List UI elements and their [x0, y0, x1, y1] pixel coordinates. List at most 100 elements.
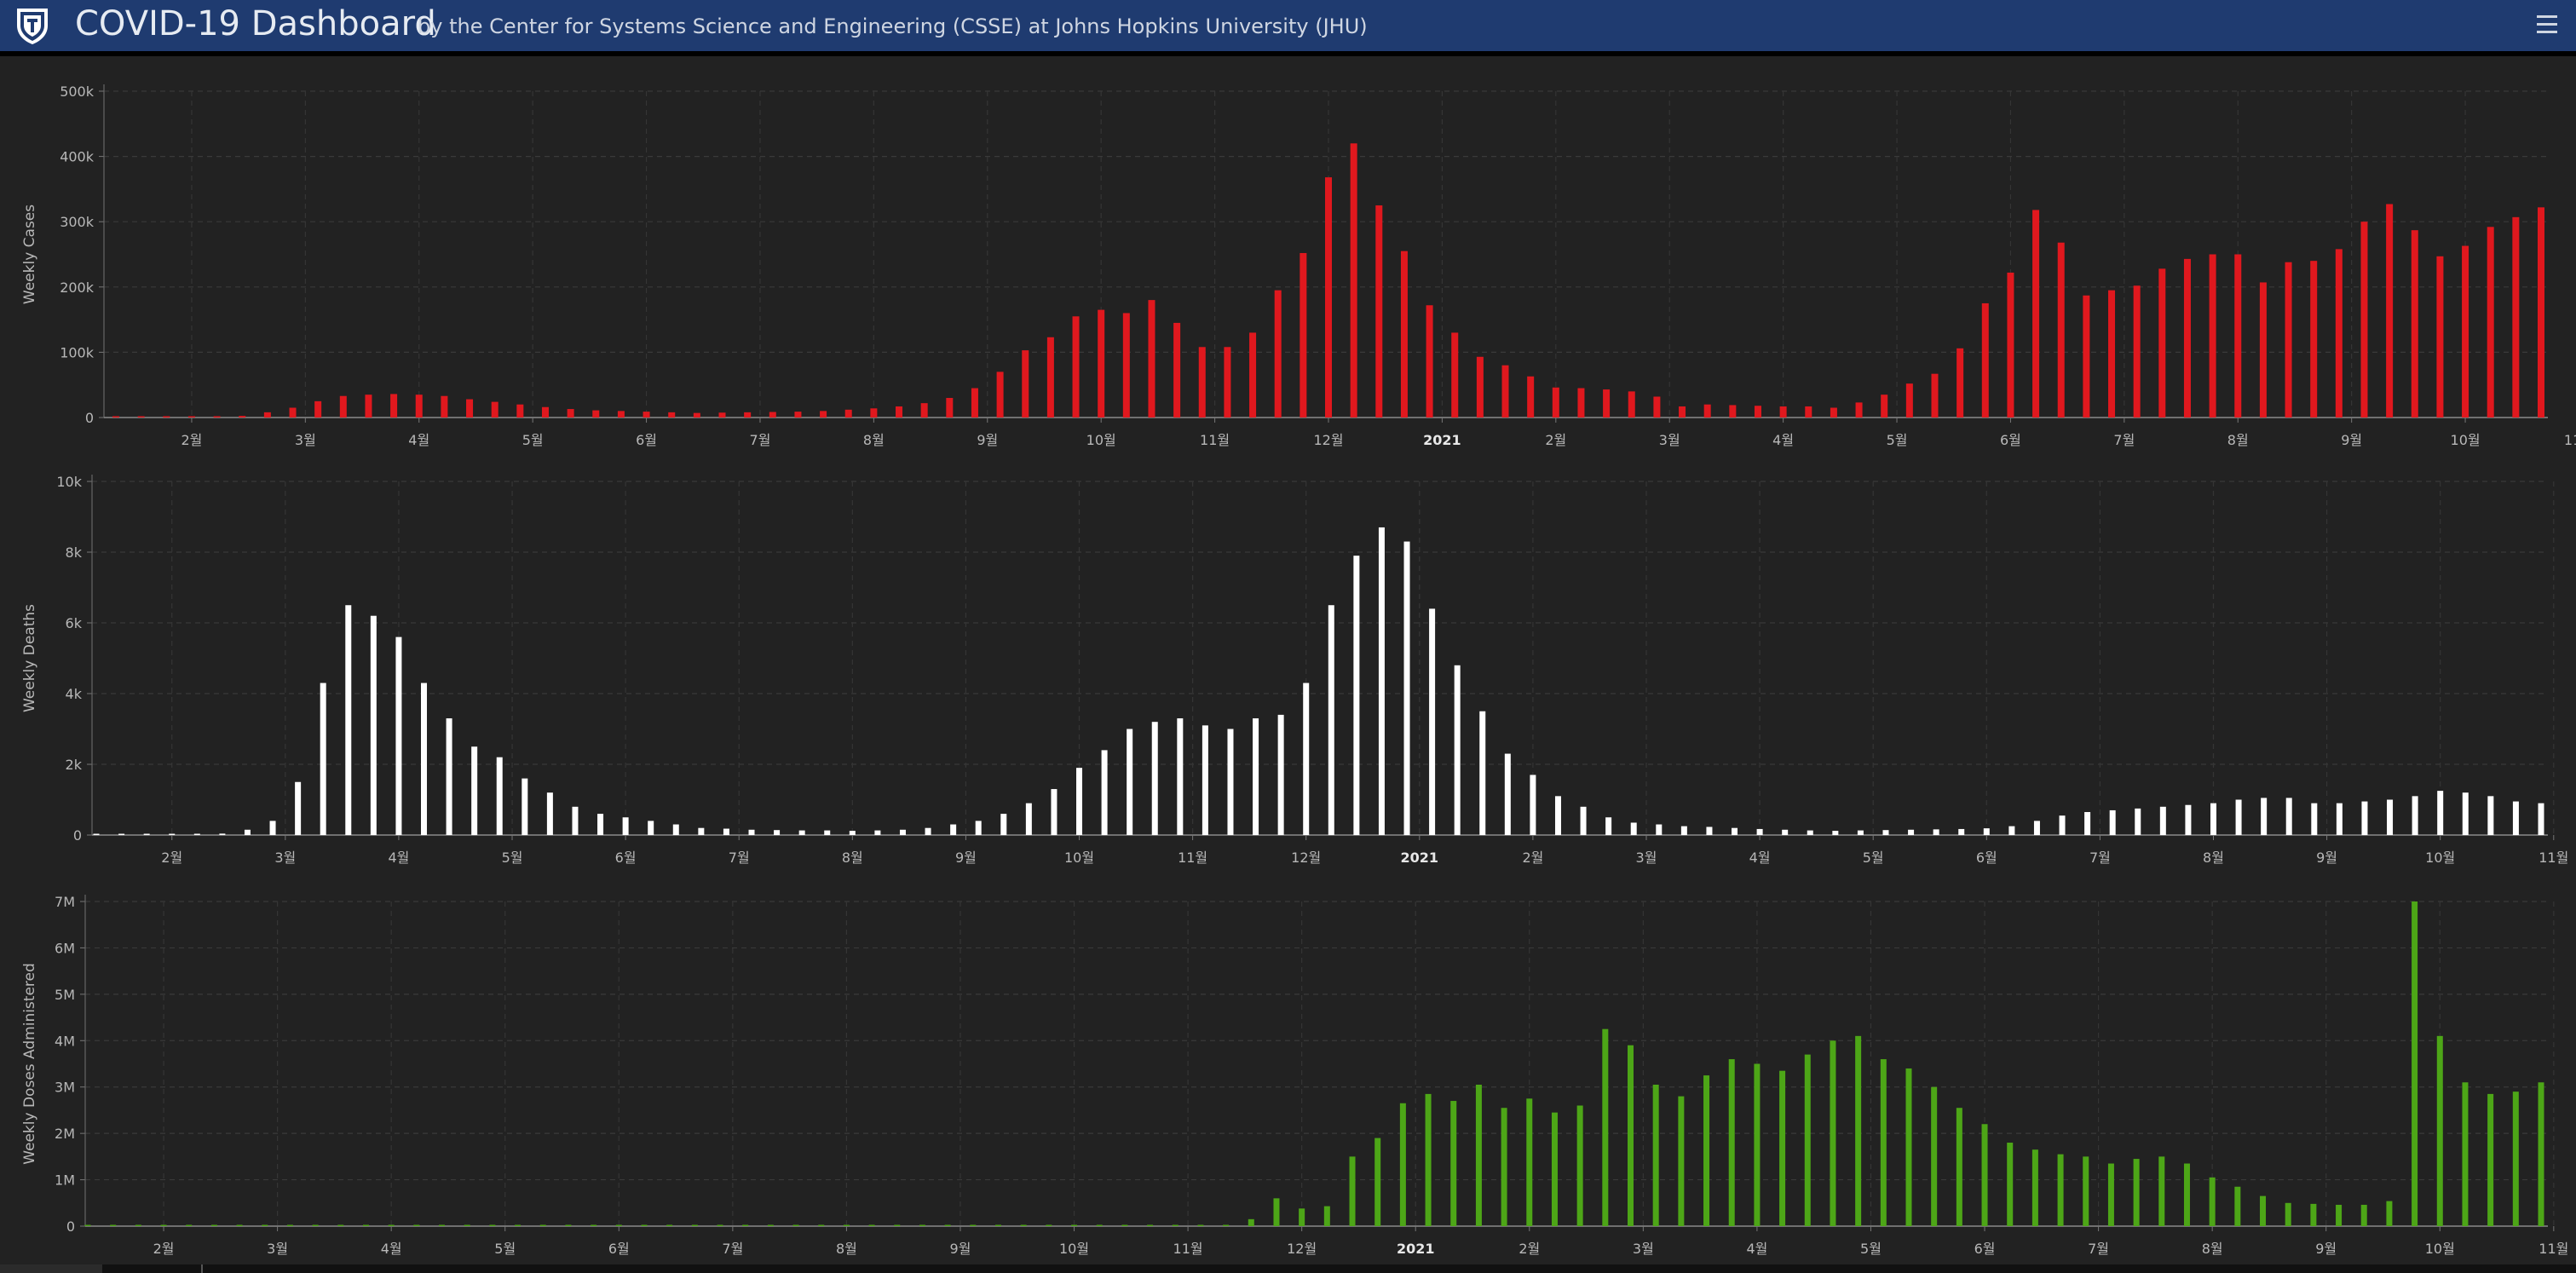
cases-bar[interactable] — [2007, 272, 2014, 418]
doses-bar[interactable] — [2436, 1035, 2443, 1226]
doses-bar[interactable] — [286, 1224, 293, 1227]
cases-bar[interactable] — [2032, 210, 2040, 418]
cases-bar[interactable] — [920, 403, 928, 418]
deaths-bar[interactable] — [546, 792, 553, 835]
doses-bar[interactable] — [1299, 1208, 1305, 1226]
doses-bar[interactable] — [1956, 1108, 1962, 1226]
deaths-bar[interactable] — [1253, 718, 1259, 835]
deaths-bar[interactable] — [2336, 803, 2343, 835]
deaths-bar[interactable] — [1051, 789, 1057, 835]
doses-bar[interactable] — [1172, 1224, 1179, 1227]
cases-bar[interactable] — [1046, 337, 1054, 418]
deaths-bar[interactable] — [648, 821, 654, 835]
deaths-bar[interactable] — [672, 824, 679, 835]
doses-bar[interactable] — [1475, 1084, 1482, 1226]
cases-bar[interactable] — [2411, 230, 2418, 418]
deaths-bar[interactable] — [622, 817, 629, 835]
doses-bar[interactable] — [1678, 1096, 1685, 1226]
doses-bar[interactable] — [2360, 1204, 2367, 1226]
deaths-bar[interactable] — [1732, 827, 1738, 835]
deaths-bar[interactable] — [471, 746, 478, 835]
cases-bar[interactable] — [592, 410, 600, 418]
deaths-bar[interactable] — [1000, 814, 1007, 835]
deaths-bar[interactable] — [2033, 821, 2040, 835]
cases-bar[interactable] — [112, 416, 119, 418]
doses-bar[interactable] — [894, 1224, 901, 1227]
cases-bar[interactable] — [1173, 322, 1181, 418]
deaths-bar[interactable] — [496, 757, 503, 835]
deaths-bar[interactable] — [1656, 824, 1663, 835]
doses-bar[interactable] — [1197, 1224, 1204, 1227]
deaths-bar[interactable] — [1277, 714, 1284, 835]
doses-bar[interactable] — [1248, 1218, 1254, 1226]
doses-bar[interactable] — [1223, 1224, 1230, 1227]
deaths-bar[interactable] — [1756, 828, 1763, 835]
cases-bar[interactable] — [996, 372, 1004, 418]
cases-bar[interactable] — [946, 398, 954, 418]
cases-bar[interactable] — [541, 406, 549, 418]
cases-bar[interactable] — [1881, 395, 1888, 418]
cases-bar[interactable] — [1754, 406, 1761, 418]
doses-bar[interactable] — [2412, 901, 2418, 1226]
deaths-bar[interactable] — [899, 829, 906, 835]
doses-bar[interactable] — [262, 1224, 268, 1227]
cases-bar[interactable] — [187, 416, 195, 418]
doses-bar[interactable] — [1551, 1112, 1558, 1226]
doses-bar[interactable] — [2107, 1163, 2114, 1226]
deaths-bar[interactable] — [1177, 718, 1184, 835]
cases-bar[interactable] — [2462, 245, 2469, 418]
doses-bar[interactable] — [186, 1224, 193, 1227]
cases-bar[interactable] — [1224, 347, 1231, 418]
deaths-bar[interactable] — [2135, 808, 2141, 835]
cases-bar[interactable] — [2057, 242, 2065, 418]
deaths-bar[interactable] — [2159, 806, 2166, 835]
cases-bar[interactable] — [1274, 290, 1282, 418]
cases-bar[interactable] — [239, 416, 246, 418]
doses-bar[interactable] — [413, 1224, 420, 1227]
deaths-bar[interactable] — [2084, 812, 2091, 835]
cases-bar[interactable] — [1527, 376, 1535, 418]
doses-bar[interactable] — [1602, 1028, 1609, 1226]
deaths-bar[interactable] — [421, 683, 428, 835]
deaths-bar[interactable] — [2412, 796, 2418, 835]
doses-bar[interactable] — [1576, 1105, 1583, 1226]
deaths-bar[interactable] — [2487, 796, 2494, 835]
cases-bar[interactable] — [2234, 254, 2242, 418]
deaths-bar[interactable] — [1782, 829, 1789, 835]
deaths-bar[interactable] — [2235, 799, 2242, 836]
doses-bar[interactable] — [2083, 1156, 2089, 1226]
deaths-bar[interactable] — [1807, 830, 1813, 835]
cases-bar[interactable] — [1501, 365, 1509, 418]
cases-bar[interactable] — [2335, 249, 2343, 418]
doses-bar[interactable] — [1399, 1103, 1406, 1226]
doses-bar[interactable] — [210, 1224, 217, 1227]
doses-bar[interactable] — [1071, 1224, 1078, 1227]
doses-bar[interactable] — [2209, 1177, 2216, 1226]
cases-bar[interactable] — [1022, 350, 1029, 418]
doses-bar[interactable] — [2031, 1149, 2038, 1226]
doses-bar[interactable] — [539, 1224, 546, 1227]
cases-bar[interactable] — [1679, 406, 1686, 418]
doses-bar[interactable] — [792, 1224, 799, 1227]
cases-bar[interactable] — [1855, 402, 1863, 418]
cases-bar[interactable] — [896, 406, 903, 418]
deaths-bar[interactable] — [1151, 722, 1158, 835]
deaths-bar[interactable] — [774, 830, 781, 835]
doses-bar[interactable] — [615, 1224, 622, 1227]
cases-bar[interactable] — [466, 399, 474, 418]
cases-bar[interactable] — [2310, 261, 2318, 418]
cases-bar[interactable] — [2487, 227, 2494, 418]
deaths-bar[interactable] — [1504, 753, 1511, 835]
deaths-bar[interactable] — [2361, 801, 2368, 835]
doses-bar[interactable] — [1905, 1068, 1912, 1226]
deaths-bar[interactable] — [1882, 830, 1889, 835]
deaths-bar[interactable] — [1933, 829, 1939, 835]
cases-bar[interactable] — [1729, 405, 1737, 418]
deaths-bar[interactable] — [2437, 791, 2444, 835]
doses-bar[interactable] — [439, 1224, 446, 1227]
doses-bar[interactable] — [2183, 1163, 2190, 1226]
doses-bar[interactable] — [236, 1224, 243, 1227]
cases-bar[interactable] — [1375, 205, 1383, 418]
deaths-bar[interactable] — [1706, 827, 1713, 835]
deaths-bar[interactable] — [1328, 605, 1334, 835]
